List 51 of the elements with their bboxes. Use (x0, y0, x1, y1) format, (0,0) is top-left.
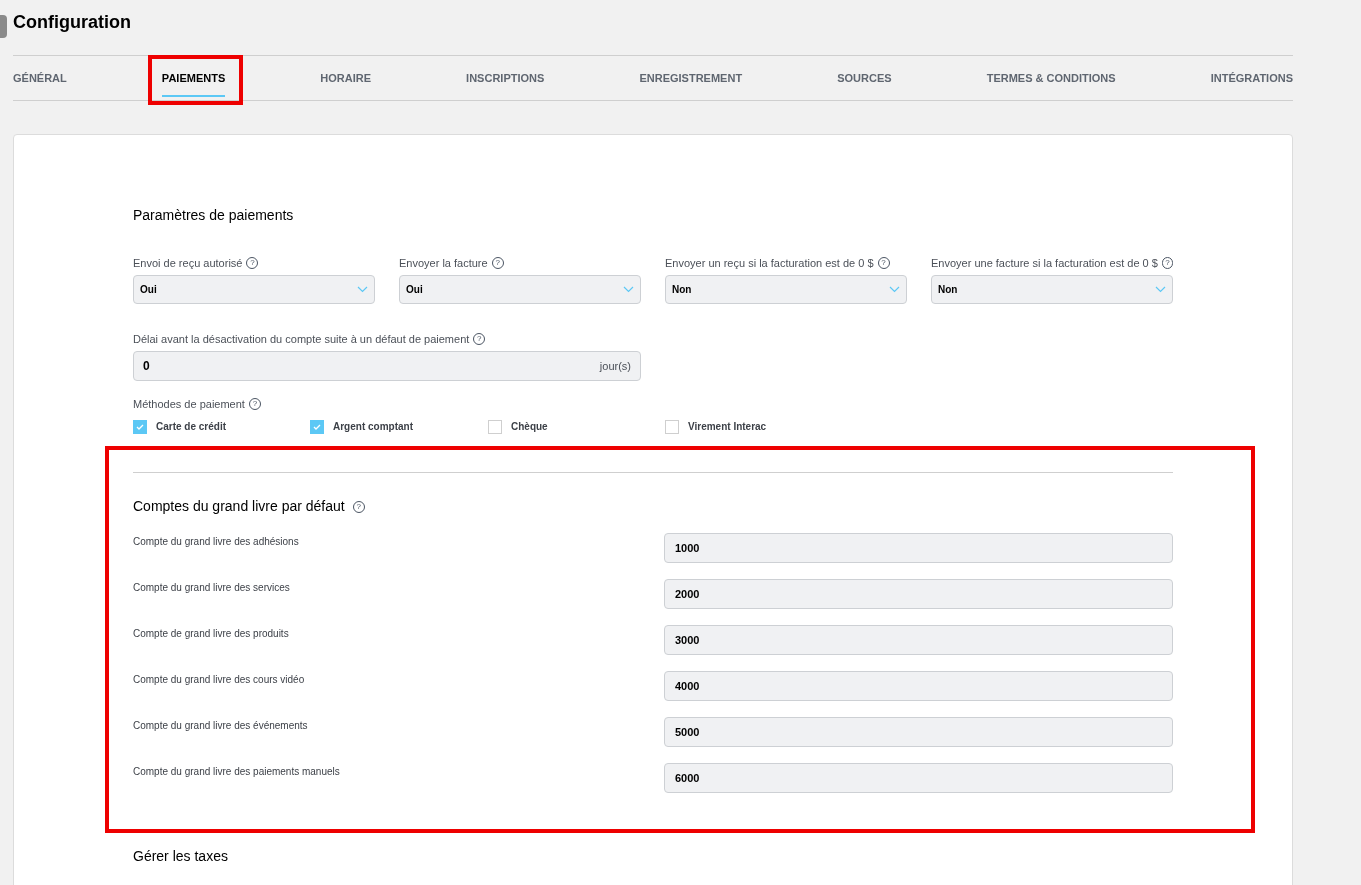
checkbox-label: Chèque (511, 420, 548, 434)
select-field[interactable]: Oui (133, 275, 375, 304)
chevron-down-icon (889, 286, 900, 293)
check-icon (313, 423, 321, 430)
field-label: Envoyer un reçu si la facturation est de 0 $ (665, 255, 874, 271)
chevron-down-icon (623, 286, 634, 293)
checkbox[interactable] (310, 419, 324, 434)
tab[interactable]: TERMES & CONDITIONS (986, 56, 1116, 100)
checkbox-label: Virement Interac (688, 420, 767, 434)
tab[interactable]: INTÉGRATIONS (1210, 56, 1293, 100)
checkbox-label: Argent comptant (333, 420, 413, 434)
field-label: Compte du grand livre des paiements manuels (133, 765, 340, 779)
tab[interactable]: PAIEMENTS (161, 56, 226, 100)
side-handle[interactable] (0, 15, 7, 38)
checkbox-label: Carte de crédit (156, 420, 227, 434)
text-field[interactable]: 1000 (664, 533, 1173, 563)
section-title: Paramètres de paiements (133, 206, 295, 225)
field-label: Compte du grand livre des services (133, 581, 290, 595)
text-field[interactable]: 3000 (664, 625, 1173, 655)
field-label: Envoyer une facture si la facturation est de 0 $ (931, 255, 1158, 271)
field-label: Envoyer la facture (399, 255, 488, 271)
tab[interactable]: GÉNÉRAL (13, 56, 67, 100)
check-icon (136, 423, 144, 430)
select-field[interactable]: Oui (399, 275, 641, 304)
select-field[interactable]: Non (665, 275, 907, 304)
chevron-down-icon (357, 286, 368, 293)
field-label: Compte du grand livre des adhésions (133, 535, 299, 549)
section-title: Gérer les taxes (133, 847, 229, 866)
field-label: Compte de grand livre des produits (133, 627, 289, 641)
text-field[interactable]: 6000 (664, 763, 1173, 793)
text-field[interactable]: 2000 (664, 579, 1173, 609)
tab[interactable]: HORAIRE (320, 56, 372, 100)
chevron-down-icon (1155, 286, 1166, 293)
select-field[interactable]: Non (931, 275, 1173, 304)
unit-label: jour(s) (599, 358, 631, 374)
number-field[interactable]: 0 jour(s) (133, 351, 641, 381)
field-label: Délai avant la désactivation du compte suite à un défaut de paiement (133, 331, 470, 347)
field-label: Compte du grand livre des cours vidéo (133, 673, 305, 687)
checkbox[interactable] (133, 419, 147, 434)
field-label: Compte du grand livre des événements (133, 719, 308, 733)
text-field[interactable]: 5000 (664, 717, 1173, 747)
tab[interactable]: SOURCES (837, 56, 892, 100)
field-label: Méthodes de paiement (133, 396, 245, 412)
tab[interactable]: INSCRIPTIONS (466, 56, 545, 100)
text-field[interactable]: 4000 (664, 671, 1173, 701)
field-label: Envoi de reçu autorisé (133, 255, 243, 271)
section-title: Comptes du grand livre par défaut (133, 497, 345, 516)
checkbox[interactable] (488, 419, 502, 434)
checkbox[interactable] (665, 419, 679, 434)
tab[interactable]: ENREGISTREMENT (639, 56, 743, 100)
page-title: Configuration (13, 11, 132, 34)
